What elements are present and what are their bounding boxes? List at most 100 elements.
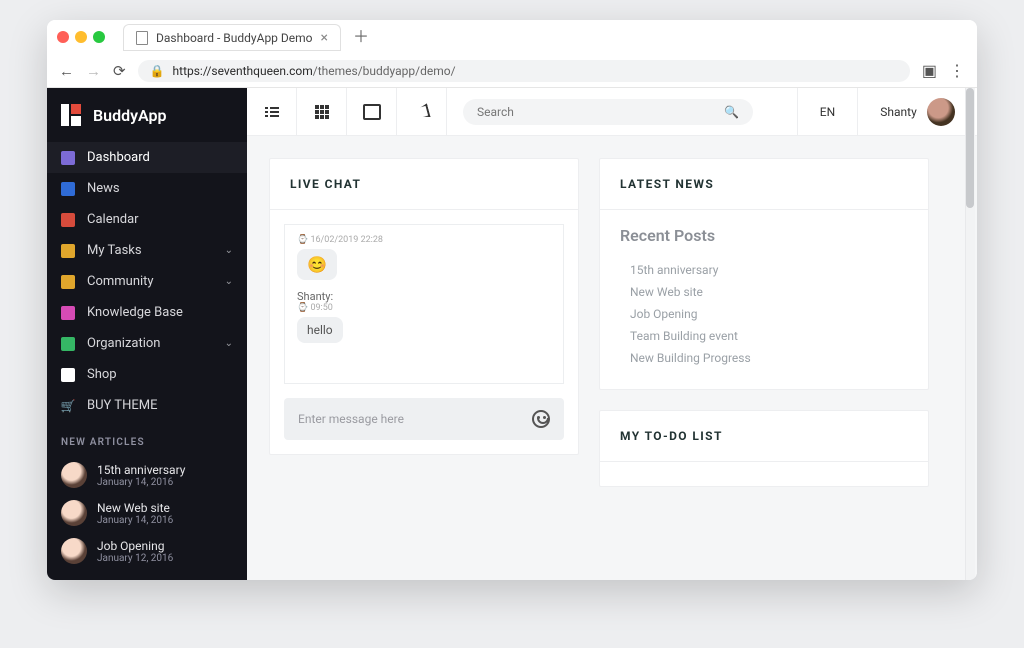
tab-title: Dashboard - BuddyApp Demo	[156, 31, 313, 45]
sidebar-article[interactable]: Job OpeningJanuary 12, 2016	[47, 532, 247, 570]
browser-menu-icon[interactable]: ⋮	[949, 61, 965, 80]
chat-log[interactable]: ⌚ 16/02/2019 22:28😊Shanty:⌚ 09:50hello	[284, 224, 564, 384]
user-name: Shanty	[880, 105, 917, 119]
grid-icon	[315, 105, 329, 119]
sidebar-article[interactable]: New Web siteJanuary 14, 2016	[47, 494, 247, 532]
language-switch[interactable]: EN	[797, 88, 857, 135]
scrollbar-track[interactable]	[965, 88, 975, 580]
recent-post-link[interactable]: 15th anniversary	[620, 259, 908, 281]
sidebar-item-shop[interactable]: Shop	[47, 359, 247, 390]
back-button[interactable]: ←	[59, 62, 74, 80]
chat-input[interactable]: Enter message here	[284, 398, 564, 440]
community-icon	[61, 275, 75, 289]
forward-button[interactable]: →	[86, 62, 101, 80]
card-title: LIVE CHAT	[270, 159, 578, 210]
search-icon: 🔍	[724, 105, 739, 119]
article-title: Job Opening	[97, 539, 173, 553]
chevron-down-icon: ⌄	[225, 245, 233, 256]
brand-logo-icon	[61, 104, 83, 126]
emoji-picker-icon[interactable]	[532, 410, 550, 428]
sidebar-item-label: Knowledge Base	[87, 305, 183, 320]
chats-icon	[363, 104, 381, 120]
chevron-down-icon: ⌄	[225, 276, 233, 287]
card-title: MY TO-DO LIST	[600, 411, 928, 462]
sidebar-item-label: News	[87, 181, 120, 196]
view-list-button[interactable]	[247, 88, 297, 135]
sidebar-item-label: Organization	[87, 336, 160, 351]
sidebar-item-label: Dashboard	[87, 150, 150, 165]
reload-button[interactable]: ⟳	[113, 62, 126, 80]
browser-tab[interactable]: Dashboard - BuddyApp Demo ×	[123, 24, 341, 51]
scrollbar-thumb[interactable]	[966, 88, 974, 208]
sidebar-item-label: My Tasks	[87, 243, 142, 258]
chats-button[interactable]	[347, 88, 397, 135]
avatar	[61, 500, 87, 526]
recent-post-link[interactable]: New Building Progress	[620, 347, 908, 369]
search-input[interactable]: Search 🔍	[463, 99, 753, 125]
announcements-button[interactable]	[397, 88, 447, 135]
megaphone-icon	[413, 103, 430, 120]
calendar-icon	[61, 213, 75, 227]
latest-news-card: LATEST NEWS Recent Posts 15th anniversar…	[599, 158, 929, 390]
sidebar-article[interactable]: 15th anniversaryJanuary 14, 2016	[47, 456, 247, 494]
lock-icon: 🔒	[150, 64, 165, 78]
tasks-icon	[61, 244, 75, 258]
list-icon	[265, 107, 279, 117]
brand-name: BuddyApp	[93, 106, 167, 125]
sliders-icon	[61, 151, 75, 165]
close-tab-icon[interactable]: ×	[321, 31, 328, 45]
sidebar-item-buy-theme[interactable]: 🛒BUY THEME	[47, 390, 247, 421]
article-title: 15th anniversary	[97, 463, 185, 477]
article-date: January 14, 2016	[97, 515, 173, 526]
recent-post-link[interactable]: Job Opening	[620, 303, 908, 325]
minimize-window-icon[interactable]	[75, 31, 87, 43]
topbar: Search 🔍 EN Shanty	[247, 88, 977, 136]
recent-post-link[interactable]: Team Building event	[620, 325, 908, 347]
new-tab-button[interactable]: ＋	[353, 29, 369, 45]
recent-posts-heading: Recent Posts	[600, 210, 928, 249]
article-date: January 14, 2016	[97, 477, 185, 488]
chat-sender: Shanty:	[297, 290, 551, 303]
article-date: January 12, 2016	[97, 553, 173, 564]
card-title: LATEST NEWS	[600, 159, 928, 210]
chat-input-placeholder: Enter message here	[298, 412, 404, 426]
sidebar-nav: Dashboard News Calendar My Tasks ⌄ Community ⌄…	[47, 142, 247, 421]
recent-posts-list: 15th anniversaryNew Web siteJob OpeningT…	[600, 249, 928, 389]
sidebar: BuddyApp DashboardNewsCalendarMy Tasks⌄C…	[47, 88, 247, 580]
page-icon	[136, 31, 148, 45]
browser-window: Dashboard - BuddyApp Demo × ＋ ← → ⟳ 🔒 ht…	[47, 20, 977, 580]
sidebar-item-dashboard[interactable]: Dashboard	[47, 142, 247, 173]
avatar	[61, 462, 87, 488]
sidebar-item-my-tasks[interactable]: My Tasks ⌄	[47, 235, 247, 266]
book-icon	[61, 306, 75, 320]
url-text: https://seventhqueen.com/themes/buddyapp…	[173, 64, 456, 78]
search-placeholder: Search	[477, 105, 514, 119]
sidebar-item-label: Calendar	[87, 212, 139, 227]
shop-icon	[61, 368, 75, 382]
sidebar-item-community[interactable]: Community ⌄	[47, 266, 247, 297]
recent-post-link[interactable]: New Web site	[620, 281, 908, 303]
article-title: New Web site	[97, 501, 173, 515]
sidebar-item-knowledge-base[interactable]: Knowledge Base	[47, 297, 247, 328]
todo-card: MY TO-DO LIST	[599, 410, 929, 487]
sidebar-item-organization[interactable]: Organization⌄	[47, 328, 247, 359]
titlebar: Dashboard - BuddyApp Demo × ＋	[47, 20, 977, 54]
avatar	[927, 98, 955, 126]
sidebar-item-label: BUY THEME	[87, 398, 157, 413]
close-window-icon[interactable]	[57, 31, 69, 43]
avatar	[61, 538, 87, 564]
sidebar-item-label: Community	[87, 274, 154, 289]
brand[interactable]: BuddyApp	[47, 88, 247, 142]
url-input[interactable]: 🔒 https://seventhqueen.com/themes/buddya…	[138, 60, 910, 82]
window-controls[interactable]	[57, 31, 105, 43]
user-menu[interactable]: Shanty	[857, 88, 977, 135]
sidebar-section-title: NEW ARTICLES	[47, 421, 247, 456]
sidebar-item-label: Shop	[87, 367, 117, 382]
profile-icon[interactable]: ▣	[922, 61, 937, 80]
sidebar-item-news[interactable]: News	[47, 173, 247, 204]
address-bar: ← → ⟳ 🔒 https://seventhqueen.com/themes/…	[47, 54, 977, 88]
sidebar-item-calendar[interactable]: Calendar	[47, 204, 247, 235]
maximize-window-icon[interactable]	[93, 31, 105, 43]
chat-msg-meta: ⌚ 16/02/2019 22:28	[297, 235, 551, 245]
view-grid-button[interactable]	[297, 88, 347, 135]
